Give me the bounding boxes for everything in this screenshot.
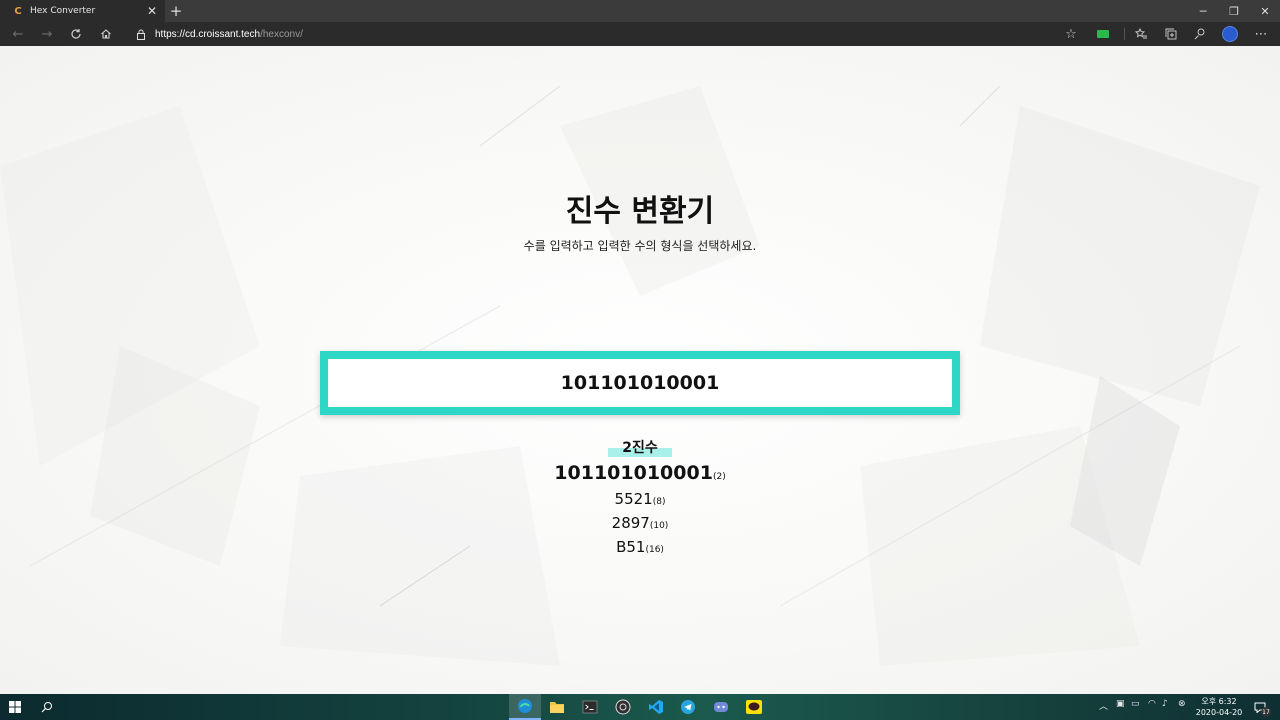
taskbar-edge-icon[interactable] (509, 694, 541, 720)
tray-wifi-icon[interactable]: ◠ (1148, 699, 1156, 709)
url-path: /hexconv/ (260, 28, 303, 40)
new-tab-button[interactable]: + (167, 1, 185, 21)
windows-taskbar: ︿ ▣ ▭ ◠ ♪ ⊗ 오후 6:32 2020-04-20 17 (0, 694, 1280, 720)
conversion-results: 101101010001 (2) 5521 (8) 2897 (10) B51 (16) (0, 462, 1280, 562)
tab-title: Hex Converter (30, 6, 96, 16)
taskbar-vscode-icon[interactable] (640, 694, 672, 720)
windows-logo-icon (9, 701, 21, 713)
favorite-star-button[interactable]: ☆ (1059, 22, 1083, 46)
search-icon (41, 702, 52, 713)
number-input-box (320, 351, 960, 415)
back-button[interactable]: ← (6, 22, 30, 46)
notification-count-badge: 17 (1261, 707, 1271, 717)
browser-tabstrip: C Hex Converter ✕ + ─ ❐ ✕ (0, 0, 1280, 22)
close-tab-icon[interactable]: ✕ (144, 3, 160, 19)
collections-button[interactable] (1159, 22, 1183, 46)
taskbar-search-button[interactable] (37, 698, 57, 716)
taskbar-discord-icon[interactable] (705, 694, 737, 720)
page-title: 진수 변환기 (565, 194, 715, 229)
clock-time: 오후 6:32 (1201, 697, 1237, 706)
tray-network-adapter-icon[interactable]: ▣ (1116, 699, 1125, 709)
taskbar-obs-icon[interactable] (607, 694, 639, 720)
favorites-button[interactable] (1129, 22, 1153, 46)
result-base: (10) (649, 521, 669, 531)
browser-tab[interactable]: C Hex Converter ✕ (0, 0, 165, 22)
result-base: (2) (712, 472, 726, 482)
taskbar-telegram-icon[interactable] (672, 694, 704, 720)
refresh-icon (71, 29, 81, 39)
url-host: https://cd.croissant.tech (155, 28, 261, 40)
minimize-button[interactable]: ─ (1188, 0, 1218, 22)
restore-button[interactable]: ❐ (1219, 0, 1249, 22)
close-window-button[interactable]: ✕ (1250, 0, 1280, 22)
result-binary: 101101010001 (2) (0, 462, 1280, 490)
number-input[interactable] (328, 372, 952, 394)
lock-icon (134, 27, 148, 41)
result-hex: B51 (16) (0, 538, 1280, 562)
page-subtitle: 수를 입력하고 입력한 수의 형식을 선택하세요. (523, 239, 757, 253)
feedback-button[interactable] (1188, 22, 1212, 46)
taskbar-clock[interactable]: 오후 6:32 2020-04-20 (1190, 696, 1248, 718)
browser-toolbar: ← → https://cd.croissant.tech/hexconv/ ☆… (0, 22, 1280, 46)
result-base: (16) (645, 545, 664, 555)
clock-date: 2020-04-20 (1195, 708, 1243, 717)
result-octal: 5521 (8) (0, 490, 1280, 514)
tray-battery-icon[interactable]: ▭ (1131, 699, 1140, 709)
url-text: https://cd.croissant.tech/hexconv/ (155, 29, 303, 40)
result-value: 5521 (614, 490, 653, 508)
start-button[interactable] (6, 698, 24, 716)
extension-icon[interactable] (1097, 30, 1109, 38)
favorites-icon (1134, 28, 1147, 39)
result-decimal: 2897 (10) (0, 514, 1280, 538)
result-base: (8) (652, 497, 666, 507)
taskbar-kakaotalk-icon[interactable] (738, 694, 770, 720)
forward-button[interactable]: → (35, 22, 59, 46)
result-value: B51 (616, 538, 646, 556)
result-value: 101101010001 (554, 462, 713, 484)
toolbar-separator (1124, 28, 1125, 40)
refresh-button[interactable] (64, 22, 88, 46)
address-bar[interactable]: https://cd.croissant.tech/hexconv/ (126, 24, 1086, 44)
home-icon (101, 29, 111, 39)
tray-volume-icon[interactable]: ♪ (1162, 699, 1168, 709)
site-favicon-icon: C (14, 5, 22, 17)
feedback-icon (1194, 28, 1205, 40)
format-selector[interactable]: 2진수 (608, 437, 672, 457)
taskbar-file-explorer-icon[interactable] (541, 694, 573, 720)
tray-show-hidden-icon[interactable]: ︿ (1099, 699, 1108, 712)
page-content: 진수 변환기 수를 입력하고 입력한 수의 형식을 선택하세요. 2진수 101… (0, 46, 1280, 694)
more-menu-icon[interactable]: ⋯ (1249, 22, 1273, 46)
profile-avatar[interactable] (1222, 26, 1238, 42)
collections-icon (1165, 28, 1177, 40)
result-value: 2897 (611, 514, 650, 532)
taskbar-terminal-icon[interactable] (574, 694, 606, 720)
tray-ime-icon[interactable]: ⊗ (1178, 699, 1186, 709)
home-button[interactable] (94, 22, 118, 46)
